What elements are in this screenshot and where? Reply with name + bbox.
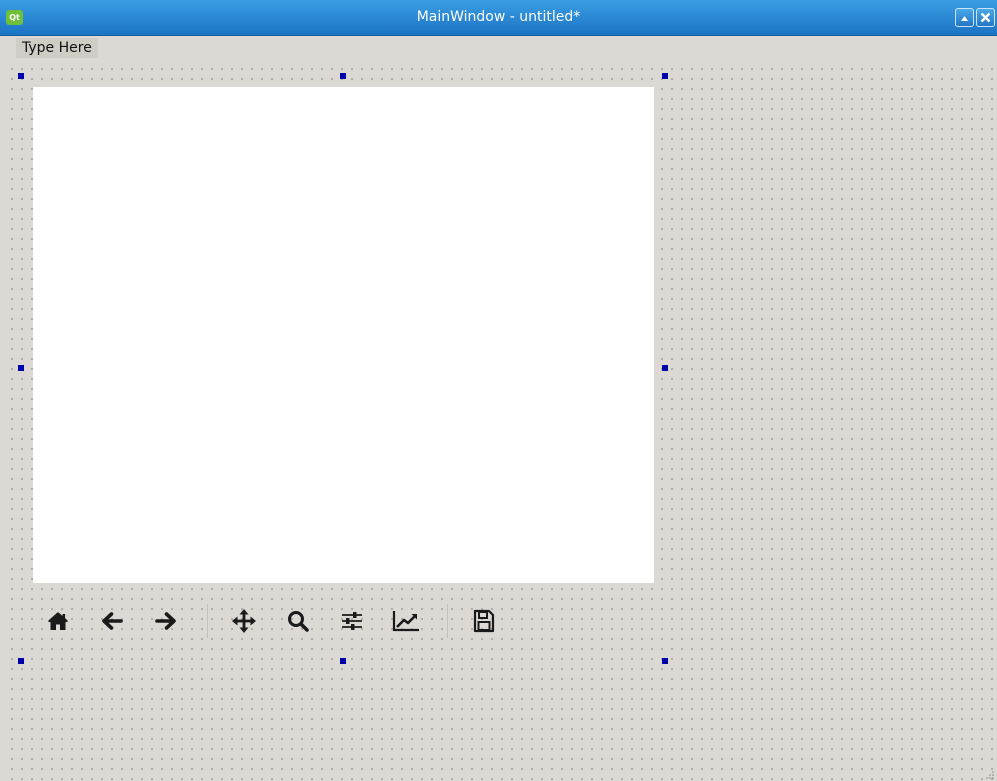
customize-button[interactable]: [391, 606, 421, 636]
zoom-button[interactable]: [283, 606, 313, 636]
selection-handle-top-right[interactable]: [662, 73, 668, 79]
move-icon: [232, 609, 256, 633]
magnifier-icon: [288, 611, 309, 632]
save-button[interactable]: [469, 606, 499, 636]
selection-handle-bottom-right[interactable]: [662, 658, 668, 664]
menu-type-here[interactable]: Type Here: [16, 38, 98, 58]
floppy-icon: [473, 609, 495, 633]
selection-handle-bottom[interactable]: [340, 658, 346, 664]
navigation-toolbar: [33, 600, 523, 642]
home-button[interactable]: [43, 606, 73, 636]
arrow-right-icon: [155, 612, 176, 630]
toolbar-separator: [207, 604, 208, 638]
pan-button[interactable]: [229, 606, 259, 636]
selection-handle-top[interactable]: [340, 73, 346, 79]
line-chart-icon: [392, 611, 419, 632]
back-button[interactable]: [97, 606, 127, 636]
menubar: Type Here: [0, 36, 997, 60]
plot-canvas[interactable]: [33, 87, 654, 583]
home-icon: [48, 612, 68, 630]
selection-handle-bottom-left[interactable]: [18, 658, 24, 664]
window-title: MainWindow - untitled*: [416, 9, 581, 25]
resize-grip-icon[interactable]: [985, 769, 995, 779]
selection-handle-right[interactable]: [662, 365, 668, 371]
arrow-left-icon: [102, 612, 123, 630]
window-titlebar[interactable]: Qt MainWindow - untitled*: [0, 0, 997, 36]
toolbar-separator: [447, 604, 448, 638]
subplots-button[interactable]: [337, 606, 367, 636]
sliders-icon: [342, 612, 362, 630]
maximize-button[interactable]: [955, 8, 974, 27]
forward-button[interactable]: [151, 606, 181, 636]
maximize-icon: [961, 16, 968, 21]
selection-handle-top-left[interactable]: [18, 73, 24, 79]
selection-handle-left[interactable]: [18, 365, 24, 371]
close-icon: [980, 12, 991, 23]
close-button[interactable]: [976, 8, 995, 27]
